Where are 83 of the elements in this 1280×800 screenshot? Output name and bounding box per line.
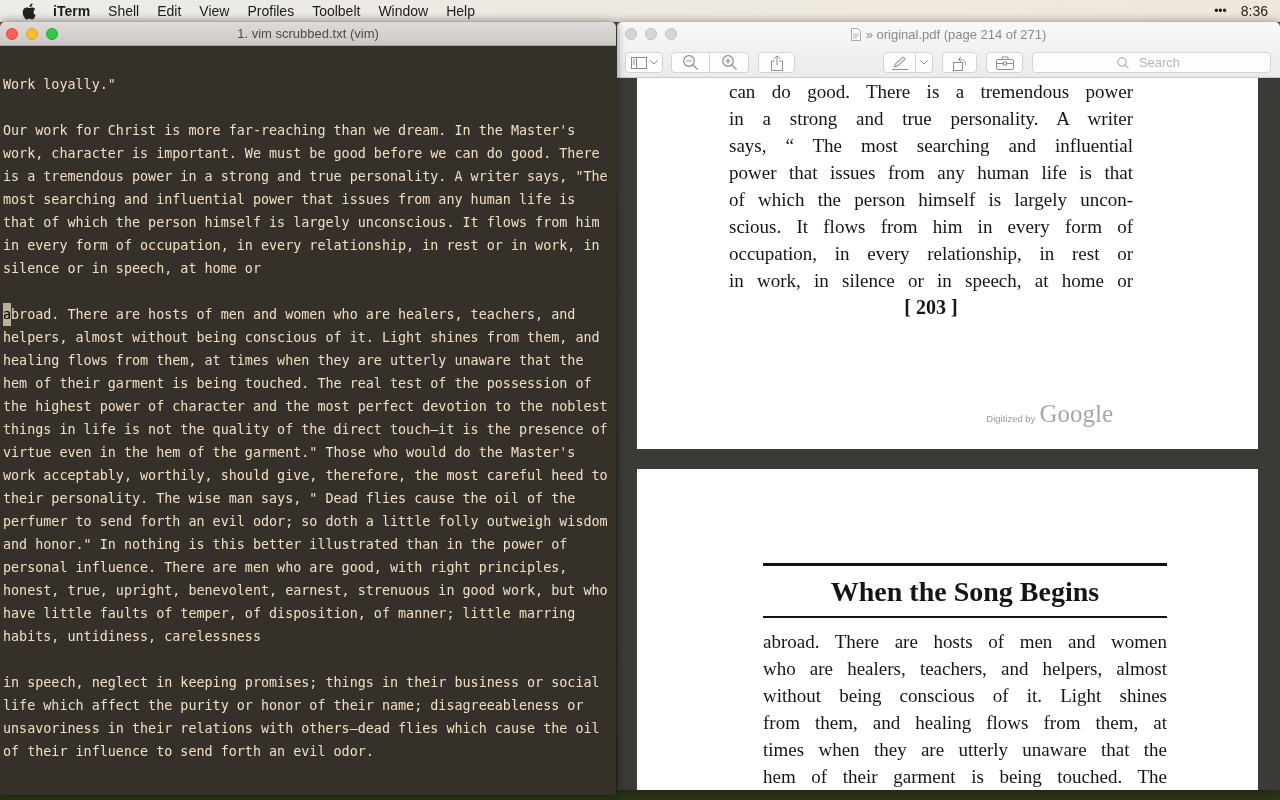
text-line: unsavoriness in their relations with others—dead flies which cause the oil: [3, 720, 600, 738]
zoom-out-button[interactable]: [671, 52, 710, 73]
book-text-line: from them, and healing flows from them, at: [763, 711, 1167, 735]
chapter-heading: When the Song Begins: [829, 574, 1101, 609]
pen-icon: [890, 55, 909, 70]
app-menu[interactable]: iTerm: [44, 0, 100, 22]
text-line: healing flows from them, at times when they are utterly unaware that the: [3, 352, 584, 370]
text-line: Our work for Christ is more far-reaching than we dream. In the Master's: [3, 122, 576, 140]
text-line: the highest power of character and the most perfect devotion to the noblest: [3, 398, 608, 416]
text-line: in speech, neglect in keeping promises; things in their business or social: [3, 674, 600, 692]
text-line: virtue even in the hem of the garment." Those who would do the Master's: [3, 444, 576, 462]
book-text-line: power that issues from any human life is that: [729, 161, 1133, 185]
zoom-in-icon: [721, 55, 737, 70]
menu-item[interactable]: Profiles: [238, 0, 304, 22]
zoom-button[interactable]: [665, 28, 677, 40]
search-icon: [1116, 56, 1129, 69]
toolbox-button[interactable]: [986, 52, 1023, 73]
page-number: [ 203 ]: [903, 295, 959, 320]
text-line: of their influence to send forth an evil odor.: [3, 743, 374, 761]
text-line: life which affect the purity or honor of their name; disagreeableness or: [3, 697, 584, 715]
markup-menu-button[interactable]: [916, 52, 933, 73]
rotate-icon: [951, 54, 968, 71]
minimize-button[interactable]: [645, 28, 657, 40]
sidebar-button[interactable]: [625, 52, 663, 73]
book-text-line: in work, in silence or in speech, at home or: [729, 269, 1133, 293]
apple-icon[interactable]: [22, 2, 36, 20]
menu-item[interactable]: Toolbelt: [303, 0, 370, 22]
zoom-in-button[interactable]: [710, 52, 749, 73]
book-text-line: can do good. There is a tremendous power: [729, 80, 1133, 104]
menu-item[interactable]: Shell: [99, 0, 149, 22]
minimize-button[interactable]: [26, 27, 38, 40]
text-line: habits, untidiness, carelessness: [3, 628, 261, 646]
search-field[interactable]: Search: [1032, 52, 1271, 73]
digitized-by-label: Digitized by: [986, 412, 1036, 426]
toolbox-icon: [995, 55, 1014, 70]
book-text-line: times when they are utterly unaware that the: [763, 738, 1167, 762]
menu-item[interactable]: Help: [437, 0, 484, 22]
book-text-line: occupation, in every relationship, in rest or: [729, 242, 1133, 266]
share-icon: [770, 54, 783, 71]
text-line: Work loyally.": [3, 76, 116, 94]
book-text-line: hem of their garment is being touched. The: [763, 765, 1167, 789]
share-button[interactable]: [758, 52, 795, 73]
book-text-line: in a strong and true personality. A writer: [729, 107, 1133, 131]
text-line: have little faults of temper, of disposition, of manner; little marring: [3, 605, 576, 623]
text-line: hem of their garment is being touched. The real test of the possession of: [3, 375, 592, 393]
document-icon[interactable]: [850, 27, 861, 41]
text-line: helpers, almost without being conscious of it. Light shines from them, and: [3, 329, 600, 347]
menu-bar-clock[interactable]: 8:36: [1234, 0, 1268, 22]
text-line: silence or in speech, at home or: [3, 260, 261, 278]
text-line: things in life is not the quality of the direct touch—it is the presence of: [3, 421, 608, 439]
caret-icon: [649, 60, 658, 65]
menu-item[interactable]: Edit: [148, 0, 191, 22]
menu-item[interactable]: View: [190, 0, 239, 22]
close-button[interactable]: [6, 27, 18, 40]
text-line: is a tremendous power in a strong and true personality. A writer says, "The: [3, 168, 608, 186]
book-text-line: without being conscious of it. Light shines: [763, 684, 1167, 708]
text-line: work acceptably, worthily, should give, therefore, the most careful heed to: [3, 467, 608, 485]
text-line: work, character is important. We must be good before we can do good. There: [3, 145, 600, 163]
book-text-line: says, “ The most searching and influential: [729, 134, 1133, 158]
window-title: » original.pdf (page 214 of 271): [865, 26, 1047, 42]
book-text-line: scious. It flows from him in every form of: [729, 215, 1133, 239]
book-text-line: of which the person himself is largely uncon-: [729, 188, 1133, 212]
window-title: 1. vim scrubbed.txt (vim): [237, 26, 379, 41]
digitizer-wordmark: Google: [1039, 399, 1113, 429]
zoom-out-icon: [683, 55, 698, 70]
text-line: personal influence. There are men who are good, with right principles,: [3, 559, 568, 577]
text-line: that of which the person himself is largely unconscious. It flows from him: [3, 214, 600, 232]
text-line: in every form of occupation, in every relationship, in rest or in work, in: [3, 237, 600, 255]
book-text-line: who are healers, teachers, and helpers, almost: [763, 657, 1167, 681]
close-button[interactable]: [625, 28, 637, 40]
sidebar-icon: [630, 56, 647, 69]
text-line: honest, true, upright, benevolent, earnest, strenuous in good work, but who: [3, 582, 608, 600]
text-line: their personality. The wise man says, " Dead flies cause the oil of the: [3, 490, 576, 508]
rotate-button[interactable]: [942, 52, 977, 73]
caret-icon: [920, 60, 928, 65]
markup-button[interactable]: [883, 52, 916, 73]
book-text-line: abroad. There are hosts of men and women: [763, 630, 1167, 654]
zoom-button[interactable]: [46, 27, 58, 40]
text-line: most searching and influential power that issues from any human life is: [3, 191, 576, 209]
text-line: and honor." In nothing is this better illustrated than in the power of: [3, 536, 568, 554]
status-menu-item[interactable]: •••: [1206, 0, 1235, 22]
text-line: perfumer to send forth an evil odor; so doth a little folly outweigh wisdom: [3, 513, 608, 531]
menu-item[interactable]: Window: [369, 0, 438, 22]
